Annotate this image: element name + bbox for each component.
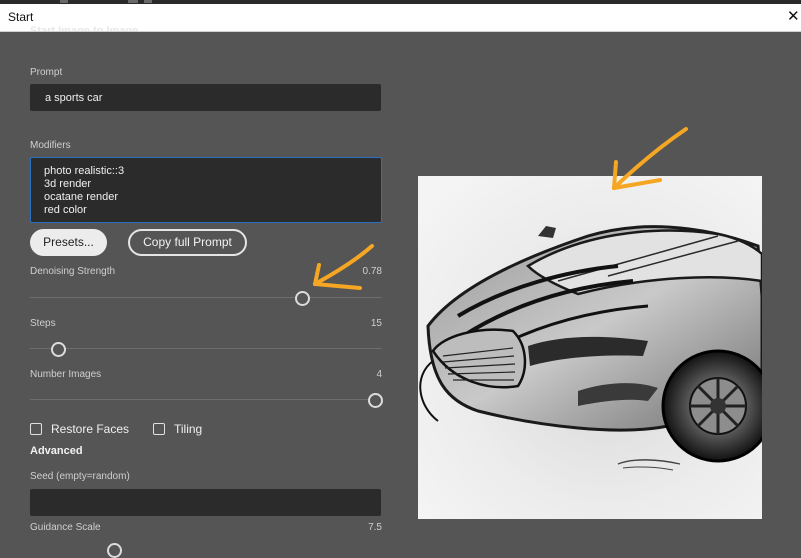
- steps-label: Steps: [30, 318, 56, 329]
- denoising-label: Denoising Strength: [30, 266, 116, 277]
- steps-value: 15: [370, 318, 382, 329]
- guidance-scale-value: 7.5: [368, 522, 382, 533]
- taskbar-icon: [144, 0, 152, 3]
- restore-faces-checkbox[interactable]: [30, 423, 42, 435]
- steps-slider-thumb[interactable]: [51, 342, 66, 357]
- denoising-slider-track[interactable]: [30, 297, 382, 298]
- guidance-scale-label: Guidance Scale: [30, 522, 101, 533]
- guidance-scale-slider-thumb[interactable]: [107, 543, 122, 558]
- prompt-input[interactable]: a sports car: [30, 84, 381, 111]
- modifier-line: ocatane render: [44, 191, 118, 203]
- annotation-arrow-icon: [313, 244, 374, 290]
- modifiers-textarea[interactable]: photo realistic::3 3d render ocatane ren…: [30, 157, 382, 223]
- tiling-checkbox[interactable]: [153, 423, 165, 435]
- number-images-label: Number Images: [30, 369, 102, 380]
- modifiers-label: Modifiers: [30, 140, 71, 151]
- modifier-line: 3d render: [44, 178, 92, 190]
- car-sketch-illustration: [418, 176, 762, 519]
- advanced-heading: Advanced: [30, 445, 83, 457]
- taskbar-icon: [128, 0, 138, 3]
- steps-slider-track[interactable]: [30, 348, 382, 349]
- number-images-value: 4: [376, 369, 382, 380]
- section-title: Start Image to Image: [30, 25, 139, 31]
- taskbar-icon: [60, 0, 68, 3]
- annotation-arrow-icon: [612, 127, 688, 190]
- prompt-label: Prompt: [30, 67, 63, 78]
- restore-faces-label: Restore Faces: [51, 422, 130, 436]
- preview-image: [418, 176, 762, 519]
- seed-label: Seed (empty=random): [30, 471, 130, 482]
- modifier-line: photo realistic::3: [44, 165, 125, 177]
- copy-full-prompt-button[interactable]: Copy full Prompt: [128, 229, 247, 256]
- number-images-slider-track[interactable]: [30, 399, 382, 400]
- seed-input[interactable]: [30, 489, 381, 516]
- tiling-label: Tiling: [174, 422, 203, 436]
- presets-button[interactable]: Presets...: [30, 229, 107, 256]
- modifier-line: red color: [44, 204, 87, 216]
- close-icon[interactable]: ✕: [787, 7, 801, 25]
- number-images-slider-thumb[interactable]: [368, 393, 383, 408]
